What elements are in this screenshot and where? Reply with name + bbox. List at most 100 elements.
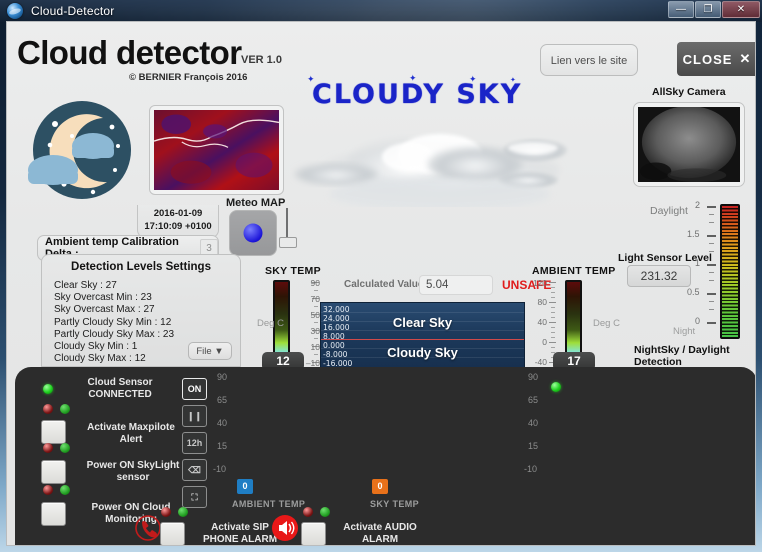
bottom-control-panel: Cloud Sensor CONNECTED Activate Maxpilot… bbox=[15, 367, 755, 545]
copyright-label: © BERNIER François 2016 bbox=[129, 72, 248, 83]
timestamp-date: 2016-01-09 bbox=[153, 208, 203, 219]
allsky-camera-label: AllSky Camera bbox=[652, 86, 726, 98]
calculated-value-field: 5.04 bbox=[419, 275, 493, 295]
meteo-indicator-icon bbox=[243, 223, 263, 243]
y-axis-tick: 65 bbox=[217, 395, 228, 405]
cloud-sensor-line1: Cloud Sensor bbox=[87, 377, 153, 388]
list-item: Clear Sky : 27 bbox=[54, 280, 117, 291]
app-icon bbox=[7, 3, 23, 19]
maximize-button[interactable]: ❐ bbox=[695, 1, 721, 18]
tick-label: 30 bbox=[310, 326, 320, 336]
skylight-green-led bbox=[60, 443, 70, 453]
meteo-map-image bbox=[154, 110, 279, 190]
audio-red-led bbox=[303, 507, 313, 517]
maxpilote-line1: Activate Maxpilote bbox=[87, 422, 175, 433]
cloudy-sky-label: Cloudy Sky bbox=[387, 345, 458, 360]
skylight-line2: sensor bbox=[116, 471, 150, 483]
close-app-button[interactable]: CLOSE ✕ bbox=[677, 42, 755, 76]
star-icon: ✦ bbox=[469, 74, 477, 84]
legend-label-sky: SKY TEMP bbox=[370, 499, 420, 509]
meteo-slider-knob[interactable] bbox=[279, 237, 297, 248]
close-label: CLOSE bbox=[682, 51, 733, 67]
allsky-camera-view[interactable] bbox=[633, 102, 745, 187]
y-axis-tick-right: 65 bbox=[528, 395, 539, 405]
calculated-value-label: Calculated Value bbox=[344, 279, 424, 290]
sip-red-led bbox=[161, 507, 171, 517]
list-item: Partly Cloudy Sky Min : 12 bbox=[54, 316, 172, 328]
sip-line2: PHONE ALARM bbox=[202, 533, 278, 545]
clear-sky-label: Clear Sky bbox=[392, 315, 453, 330]
audio-alarm-label: Activate AUDIO ALARM bbox=[325, 522, 435, 545]
cloud-photo bbox=[294, 134, 567, 207]
tick-label: 2 bbox=[695, 200, 701, 210]
audio-green-led bbox=[320, 507, 330, 517]
window-titlebar: Cloud-Detector — ❐ ✕ bbox=[0, 0, 762, 22]
threshold-line bbox=[321, 339, 524, 340]
detection-levels-panel: Detection Levels Settings Clear Sky : 27… bbox=[41, 254, 241, 367]
window-title: Cloud-Detector bbox=[31, 4, 115, 18]
chart-clear-button[interactable]: ⌫ bbox=[182, 459, 207, 481]
night-label: Night bbox=[673, 326, 696, 337]
y-axis-tick-right: 15 bbox=[528, 441, 539, 451]
y-axis-tick: 90 bbox=[217, 372, 228, 382]
detection-file-dropdown[interactable]: File ▼ bbox=[188, 342, 232, 360]
logging-status-led bbox=[551, 382, 561, 392]
cloud-sensor-status: Cloud Sensor CONNECTED bbox=[55, 377, 185, 400]
daylight-label: Daylight bbox=[650, 205, 688, 217]
y-axis-tick-right: 90 bbox=[528, 372, 539, 382]
site-link-button[interactable]: Lien vers le site bbox=[540, 44, 638, 76]
window-controls[interactable]: — ❐ ✕ bbox=[668, 1, 760, 18]
tick-label: 1 bbox=[695, 258, 701, 268]
cloud-detector-window: Cloud detector VER 1.0 © BERNIER Françoi… bbox=[6, 21, 756, 546]
ambient-temp-label: AMBIENT TEMP bbox=[532, 265, 616, 277]
tick-label: 40 bbox=[537, 317, 547, 327]
activate-sip-alarm-toggle[interactable] bbox=[160, 522, 185, 545]
tick-label: 0 bbox=[542, 337, 547, 347]
maxpilote-green-led bbox=[60, 404, 70, 414]
light-level-bar bbox=[720, 204, 740, 339]
y-axis-tick-right: 40 bbox=[528, 418, 539, 428]
tick-label: 32.000 bbox=[323, 305, 350, 314]
y-axis-tick: 40 bbox=[217, 418, 228, 428]
version-label: VER 1.0 bbox=[241, 54, 282, 66]
list-item: Partly Cloudy Sky Max : 23 bbox=[54, 328, 175, 340]
meteo-map-button[interactable] bbox=[229, 210, 277, 256]
sip-green-led bbox=[178, 507, 188, 517]
tick-label: 80 bbox=[537, 297, 547, 307]
tick-label: 120 bbox=[532, 278, 547, 288]
light-sensor-value: 231.32 bbox=[627, 265, 691, 287]
nightsky-daylight-detection-label: NightSky / Daylight Detection bbox=[634, 344, 730, 368]
cloud-sensor-status-led bbox=[43, 384, 53, 394]
sky-condition-chart: 32.000 24.000 16.000 8.000 0.000 -8.000 … bbox=[320, 302, 525, 368]
audio-line2: ALARM bbox=[361, 533, 399, 545]
activate-audio-alarm-toggle[interactable] bbox=[301, 522, 326, 545]
cloudmon-green-led bbox=[60, 485, 70, 495]
legend-chip-ambient: 0 bbox=[237, 479, 253, 494]
skylight-line1: Power ON SkyLight bbox=[86, 460, 180, 471]
minimize-button[interactable]: — bbox=[668, 1, 694, 18]
close-window-button[interactable]: ✕ bbox=[722, 1, 760, 18]
page-title: Cloud detector bbox=[17, 34, 242, 71]
chart-12h-button[interactable]: 12h bbox=[182, 432, 207, 454]
cloud-sensor-line2: CONNECTED bbox=[88, 388, 152, 400]
tick-label: 70 bbox=[310, 294, 320, 304]
maxpilote-label: Activate Maxpilote Alert bbox=[63, 422, 199, 445]
legend-label-ambient: AMBIENT TEMP bbox=[232, 499, 306, 509]
tick-label: 90 bbox=[310, 278, 320, 288]
meteo-map-thumbnail[interactable] bbox=[149, 105, 284, 195]
list-item: Sky Overcast Min : 23 bbox=[54, 292, 152, 304]
tick-label: 0.5 bbox=[687, 287, 700, 297]
y-axis-tick: 15 bbox=[217, 441, 228, 451]
star-icon: ✦ bbox=[409, 73, 417, 83]
maxpilote-line2: Alert bbox=[119, 433, 143, 445]
chart-on-button[interactable]: ON bbox=[182, 378, 207, 400]
chart-pause-button[interactable]: ❙❙ bbox=[182, 405, 207, 427]
cloudmon-red-led bbox=[43, 485, 53, 495]
tick-label: 1.5 bbox=[687, 229, 700, 239]
list-item: Sky Overcast Max : 27 bbox=[54, 304, 155, 316]
moon-cloud-logo bbox=[28, 101, 131, 199]
tick-label: -40 bbox=[534, 357, 547, 367]
cloudmon-line1: Power ON Cloud bbox=[91, 502, 171, 513]
chart-expand-button[interactable]: ⛶ bbox=[182, 486, 207, 508]
ambient-temp-unit: Deg C bbox=[593, 318, 620, 329]
